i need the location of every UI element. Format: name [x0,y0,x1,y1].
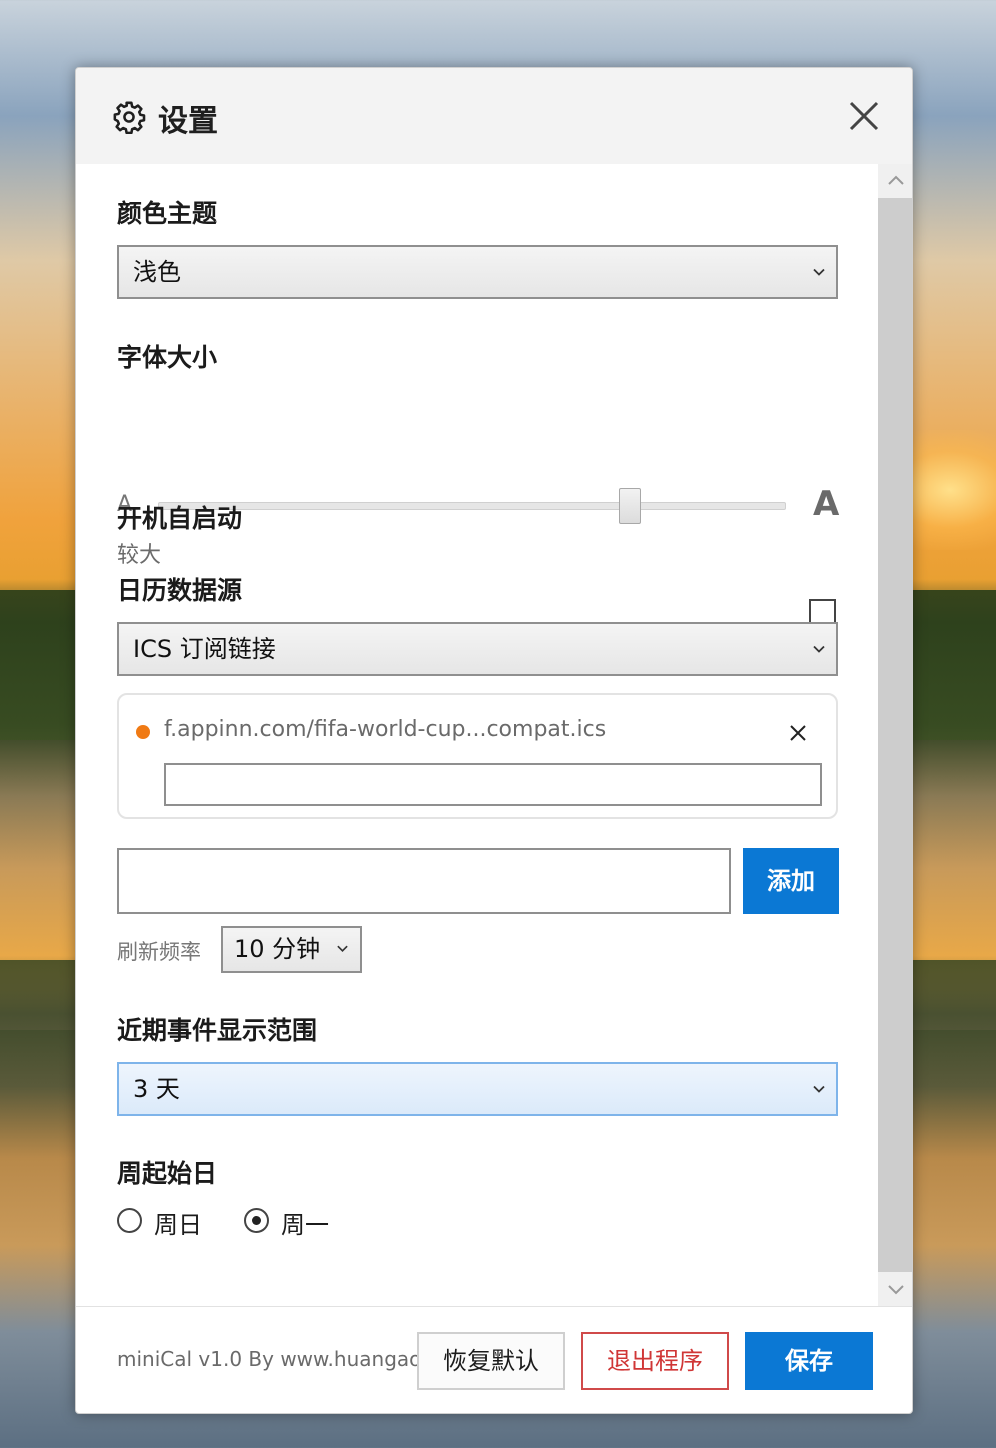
title-bar: 设置 [76,68,912,164]
event-range-value: 3 天 [133,1075,180,1103]
chevron-down-icon [337,945,348,953]
vertical-scrollbar[interactable] [878,164,913,1306]
calendar-source-label: 日历数据源 [117,576,243,605]
radio-label-sunday: 周日 [154,1211,202,1239]
scroll-down-arrow-icon[interactable] [878,1272,913,1306]
font-size-slider-thumb[interactable] [619,488,641,524]
restore-defaults-button[interactable]: 恢复默认 [417,1332,565,1390]
week-start-radio-group: 周日 周一 [117,1206,517,1239]
chevron-down-icon [813,645,825,653]
chevron-down-icon [813,268,825,276]
scrollbar-thumb[interactable] [878,198,912,1272]
theme-select[interactable]: 浅色 [117,245,838,299]
dialog-title: 设置 [158,104,218,139]
settings-dialog: 设置 颜色主题 浅色 字体大小 A A 较大 开机自启动 日历数据源 ICS 订… [75,67,913,1414]
radio-selected-dot [252,1216,261,1225]
event-range-select[interactable]: 3 天 [117,1062,838,1116]
close-icon[interactable] [846,98,882,134]
scroll-up-arrow-icon[interactable] [878,164,913,198]
calendar-source-select[interactable]: ICS 订阅链接 [117,622,838,676]
font-size-slider-track[interactable] [158,502,786,510]
footer-divider [76,1306,912,1307]
theme-label: 颜色主题 [117,199,218,228]
theme-select-value: 浅色 [133,258,181,286]
radio-circle-monday[interactable] [244,1208,269,1233]
week-start-label: 周起始日 [117,1159,218,1188]
settings-content: 颜色主题 浅色 字体大小 A A 较大 开机自启动 日历数据源 ICS 订阅链接… [76,164,878,1306]
autostart-label: 开机自启动 [117,504,243,533]
footer-credit: miniCal v1.0 By www.huangao.net [117,1347,417,1371]
font-size-large-a: A [813,484,840,524]
gear-icon [113,101,146,134]
remove-subscription-icon[interactable] [787,722,809,744]
radio-circle-sunday[interactable] [117,1208,142,1233]
add-subscription-button[interactable]: 添加 [743,848,839,914]
status-dot-icon [136,725,150,739]
exit-program-button[interactable]: 退出程序 [581,1332,729,1390]
radio-label-monday: 周一 [281,1211,329,1239]
subscription-url: f.appinn.com/fifa-world-cup...compat.ics [164,717,607,742]
subscription-list: f.appinn.com/fifa-world-cup...compat.ics [117,693,838,819]
chevron-down-icon [813,1085,825,1093]
font-size-label: 字体大小 [117,343,218,372]
font-size-value: 较大 [117,543,162,568]
save-button[interactable]: 保存 [745,1332,873,1390]
subscription-edit-input[interactable] [164,763,822,806]
calendar-source-value: ICS 订阅链接 [133,635,276,663]
refresh-rate-value: 10 分钟 [234,935,321,963]
refresh-rate-select[interactable]: 10 分钟 [221,926,362,973]
refresh-rate-label: 刷新频率 [117,940,201,964]
new-subscription-input[interactable] [117,848,731,914]
event-range-label: 近期事件显示范围 [117,1016,318,1045]
